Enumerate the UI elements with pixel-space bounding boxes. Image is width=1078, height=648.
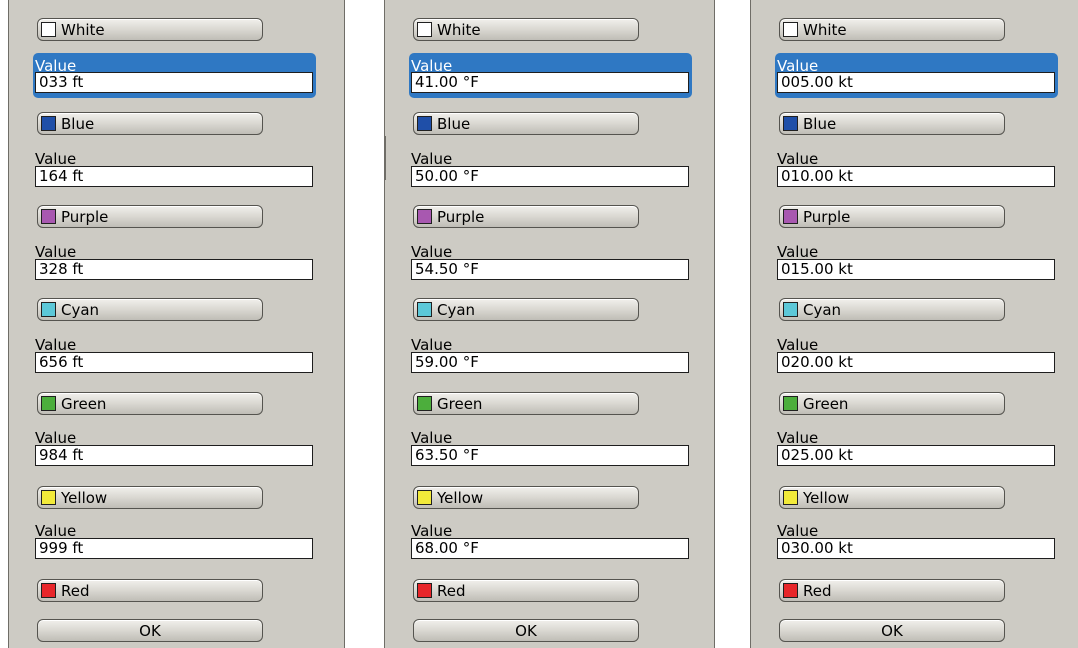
color-button-red[interactable]: Red (37, 579, 263, 602)
ok-button[interactable]: OK (779, 619, 1005, 642)
white-swatch-icon (417, 22, 432, 37)
cyan-swatch-icon (783, 302, 798, 317)
value-field-yellow[interactable]: 68.00 °F (411, 538, 689, 559)
value-field-blue[interactable]: 164 ft (35, 166, 313, 187)
yellow-swatch-icon (41, 490, 56, 505)
color-button-label: Yellow (61, 488, 108, 507)
divider (385, 136, 386, 180)
color-button-label: Red (437, 581, 466, 600)
color-button-label: Purple (803, 207, 851, 226)
color-button-label: Yellow (437, 488, 484, 507)
color-button-label: Blue (61, 114, 95, 133)
color-button-label: Blue (437, 114, 471, 133)
color-button-white[interactable]: White (413, 18, 639, 41)
color-button-label: White (61, 20, 105, 39)
value-field-purple[interactable]: 328 ft (35, 259, 313, 280)
red-swatch-icon (783, 583, 798, 598)
color-button-label: Red (61, 581, 90, 600)
color-button-purple[interactable]: Purple (37, 205, 263, 228)
color-button-yellow[interactable]: Yellow (413, 486, 639, 509)
blue-swatch-icon (783, 116, 798, 131)
ok-button[interactable]: OK (413, 619, 639, 642)
value-field-cyan[interactable]: 59.00 °F (411, 352, 689, 373)
depth-color-panel: White Value 033 ft Blue Value 164 ft Purple Val… (8, 0, 345, 648)
color-button-purple[interactable]: Purple (413, 205, 639, 228)
value-field-purple[interactable]: 015.00 kt (777, 259, 1055, 280)
red-swatch-icon (41, 583, 56, 598)
color-button-purple[interactable]: Purple (779, 205, 1005, 228)
color-button-yellow[interactable]: Yellow (779, 486, 1005, 509)
color-button-white[interactable]: White (779, 18, 1005, 41)
blue-swatch-icon (41, 116, 56, 131)
color-button-blue[interactable]: Blue (779, 112, 1005, 135)
cyan-swatch-icon (41, 302, 56, 317)
color-button-cyan[interactable]: Cyan (779, 298, 1005, 321)
value-field-yellow[interactable]: 999 ft (35, 538, 313, 559)
color-button-label: Green (803, 394, 849, 413)
color-button-label: Cyan (803, 300, 842, 319)
color-button-white[interactable]: White (37, 18, 263, 41)
color-button-label: White (803, 20, 847, 39)
white-swatch-icon (783, 22, 798, 37)
color-button-green[interactable]: Green (413, 392, 639, 415)
yellow-swatch-icon (783, 490, 798, 505)
value-field-cyan[interactable]: 020.00 kt (777, 352, 1055, 373)
color-button-cyan[interactable]: Cyan (413, 298, 639, 321)
color-button-label: Yellow (803, 488, 850, 507)
purple-swatch-icon (417, 209, 432, 224)
value-field-white[interactable]: 033 ft (35, 72, 313, 93)
color-button-red[interactable]: Red (779, 579, 1005, 602)
color-button-yellow[interactable]: Yellow (37, 486, 263, 509)
color-button-blue[interactable]: Blue (37, 112, 263, 135)
yellow-swatch-icon (417, 490, 432, 505)
value-field-white[interactable]: 41.00 °F (411, 72, 689, 93)
color-button-label: Purple (61, 207, 109, 226)
color-button-label: Purple (437, 207, 485, 226)
purple-swatch-icon (41, 209, 56, 224)
color-button-green[interactable]: Green (779, 392, 1005, 415)
green-swatch-icon (783, 396, 798, 411)
color-button-blue[interactable]: Blue (413, 112, 639, 135)
color-button-label: Green (61, 394, 107, 413)
speed-color-panel: White Value 005.00 kt Blue Value 010.00 kt Pur… (750, 0, 1078, 648)
color-button-label: Cyan (61, 300, 100, 319)
value-field-green[interactable]: 63.50 °F (411, 445, 689, 466)
color-button-label: Red (803, 581, 832, 600)
cyan-swatch-icon (417, 302, 432, 317)
value-field-cyan[interactable]: 656 ft (35, 352, 313, 373)
purple-swatch-icon (783, 209, 798, 224)
value-field-green[interactable]: 025.00 kt (777, 445, 1055, 466)
value-field-blue[interactable]: 010.00 kt (777, 166, 1055, 187)
blue-swatch-icon (417, 116, 432, 131)
green-swatch-icon (417, 396, 432, 411)
temperature-color-panel: White Value 41.00 °F Blue Value 50.00 °F Purpl… (384, 0, 715, 648)
color-button-label: Green (437, 394, 483, 413)
color-button-label: White (437, 20, 481, 39)
value-field-white[interactable]: 005.00 kt (777, 72, 1055, 93)
color-button-red[interactable]: Red (413, 579, 639, 602)
color-button-cyan[interactable]: Cyan (37, 298, 263, 321)
value-field-blue[interactable]: 50.00 °F (411, 166, 689, 187)
color-button-label: Blue (803, 114, 837, 133)
white-swatch-icon (41, 22, 56, 37)
value-field-yellow[interactable]: 030.00 kt (777, 538, 1055, 559)
green-swatch-icon (41, 396, 56, 411)
value-field-purple[interactable]: 54.50 °F (411, 259, 689, 280)
color-button-label: Cyan (437, 300, 476, 319)
color-button-green[interactable]: Green (37, 392, 263, 415)
red-swatch-icon (417, 583, 432, 598)
value-field-green[interactable]: 984 ft (35, 445, 313, 466)
ok-button[interactable]: OK (37, 619, 263, 642)
